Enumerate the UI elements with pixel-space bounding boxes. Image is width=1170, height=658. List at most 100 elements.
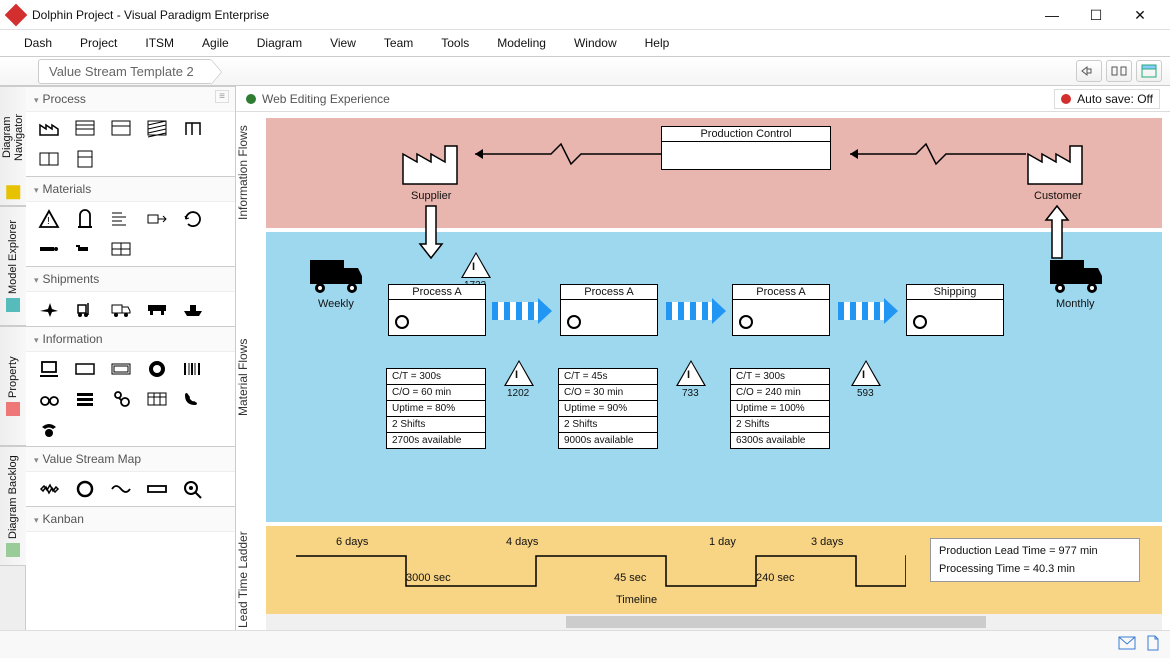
push-arrow-2 — [666, 302, 712, 320]
close-button[interactable]: ✕ — [1118, 0, 1162, 30]
pal-table-icon[interactable] — [144, 388, 170, 410]
pal-databox-icon[interactable] — [72, 118, 98, 140]
production-control[interactable]: Production Control — [661, 126, 831, 170]
databox-3[interactable]: C/T = 300sC/O = 240 minUptime = 100%2 Sh… — [730, 368, 830, 449]
panel-icon[interactable] — [1136, 60, 1162, 82]
canvas-header: Web Editing Experience Auto save: Off — [236, 86, 1170, 112]
menu-modeling[interactable]: Modeling — [483, 32, 560, 54]
pal-glasses-icon[interactable] — [36, 388, 62, 410]
pal-tallbox-icon[interactable] — [72, 148, 98, 170]
pal-splitbox-icon[interactable] — [36, 148, 62, 170]
rail-model-explorer[interactable]: Model Explorer — [0, 206, 26, 326]
pal-wave-icon[interactable] — [108, 478, 134, 500]
announce-icon[interactable] — [1076, 60, 1102, 82]
truck-monthly[interactable] — [1046, 254, 1106, 296]
lane1-label: Information Flows — [236, 118, 260, 228]
mail-icon[interactable] — [1118, 636, 1136, 653]
pal-gate-icon[interactable] — [180, 118, 206, 140]
pal-rect-icon[interactable] — [72, 358, 98, 380]
summary-box[interactable]: Production Lead Time = 977 min Processin… — [930, 538, 1140, 582]
pal-pallet-icon[interactable] — [144, 298, 170, 320]
rail-diagram-navigator[interactable]: Diagram Navigator — [0, 86, 26, 206]
pal-process-icon[interactable] — [108, 118, 134, 140]
supplier-shape[interactable] — [401, 140, 461, 186]
pal-stack-icon[interactable] — [72, 388, 98, 410]
h-scrollbar[interactable] — [266, 614, 1162, 630]
weekly-label: Weekly — [318, 298, 354, 310]
inv-3[interactable]: I — [676, 360, 706, 386]
process-3[interactable]: Process A — [732, 284, 830, 336]
menu-itsm[interactable]: ITSM — [131, 32, 188, 54]
pal-bar-icon[interactable] — [144, 478, 170, 500]
pal-doublebox-icon[interactable] — [108, 358, 134, 380]
rail-property[interactable]: Property — [0, 326, 26, 446]
pal-head-process[interactable]: Process≡ — [26, 86, 235, 112]
process-2[interactable]: Process A — [560, 284, 658, 336]
autosave-status[interactable]: Auto save: Off — [1054, 89, 1160, 109]
pal-head-vsm[interactable]: Value Stream Map — [26, 446, 235, 472]
pal-lens-icon[interactable] — [180, 478, 206, 500]
inv-4[interactable]: I — [851, 360, 881, 386]
menu-bar: Dash Project ITSM Agile Diagram View Tea… — [0, 30, 1170, 56]
inv-2[interactable]: I — [504, 360, 534, 386]
status-bar — [0, 630, 1170, 658]
shipping-box[interactable]: Shipping — [906, 284, 1004, 336]
pal-buffer-icon[interactable] — [72, 208, 98, 230]
menu-dash[interactable]: Dash — [10, 32, 66, 54]
lb-2: 45 sec — [614, 572, 646, 584]
pal-more-icon[interactable]: ≡ — [215, 90, 229, 103]
pal-plane-icon[interactable] — [36, 298, 62, 320]
process-1[interactable]: Process A — [388, 284, 486, 336]
fit-icon[interactable] — [1106, 60, 1132, 82]
customer-label: Customer — [1034, 190, 1082, 202]
h-scroll-thumb[interactable] — [566, 616, 986, 628]
rail-diagram-backlog[interactable]: Diagram Backlog — [0, 446, 26, 566]
databox-1[interactable]: C/T = 300sC/O = 60 minUptime = 80%2 Shif… — [386, 368, 486, 449]
pal-burst-icon[interactable] — [36, 478, 62, 500]
pal-head-kanban[interactable]: Kanban — [26, 506, 235, 532]
svg-text:!: ! — [47, 216, 50, 227]
pal-barcode-icon[interactable] — [180, 358, 206, 380]
pal-ship-icon[interactable] — [180, 298, 206, 320]
menu-team[interactable]: Team — [370, 32, 427, 54]
pal-ring-icon[interactable] — [72, 478, 98, 500]
pal-rail-icon[interactable] — [36, 238, 62, 260]
doc-icon[interactable] — [1146, 635, 1160, 654]
pal-cycle-icon[interactable] — [180, 208, 206, 230]
breadcrumb[interactable]: Value Stream Template 2 — [38, 59, 212, 84]
pal-cart-icon[interactable] — [72, 238, 98, 260]
pal-telephone-icon[interactable] — [36, 418, 62, 440]
pal-person-icon[interactable] — [108, 388, 134, 410]
inv-1[interactable]: I — [461, 252, 491, 278]
menu-agile[interactable]: Agile — [188, 32, 243, 54]
maximize-button[interactable]: ☐ — [1074, 0, 1118, 30]
pal-hatch-icon[interactable] — [144, 118, 170, 140]
pal-arrowbox-icon[interactable] — [144, 208, 170, 230]
window-title: Dolphin Project - Visual Paradigm Enterp… — [32, 8, 1030, 22]
menu-tools[interactable]: Tools — [427, 32, 483, 54]
pal-head-shipments[interactable]: Shipments — [26, 266, 235, 292]
menu-project[interactable]: Project — [66, 32, 131, 54]
menu-window[interactable]: Window — [560, 32, 631, 54]
minimize-button[interactable]: — — [1030, 0, 1074, 30]
pal-forklift-icon[interactable] — [72, 298, 98, 320]
menu-view[interactable]: View — [316, 32, 370, 54]
pal-workstation-icon[interactable] — [36, 358, 62, 380]
truck-weekly[interactable] — [306, 254, 366, 296]
pal-phone-icon[interactable] — [180, 388, 206, 410]
pal-head-materials[interactable]: Materials — [26, 176, 235, 202]
push-arrow-1 — [492, 302, 538, 320]
menu-help[interactable]: Help — [631, 32, 684, 54]
databox-2[interactable]: C/T = 45sC/O = 30 minUptime = 90%2 Shift… — [558, 368, 658, 449]
diagram-canvas[interactable]: Information Flows Material Flows Lead Ti… — [236, 112, 1170, 630]
pal-factory-icon[interactable] — [36, 118, 62, 140]
pal-dotcircle-icon[interactable] — [144, 358, 170, 380]
pal-head-information[interactable]: Information — [26, 326, 235, 352]
pal-truck-icon[interactable] — [108, 298, 134, 320]
pal-shelf-icon[interactable] — [108, 238, 134, 260]
customer-shape[interactable] — [1026, 140, 1086, 186]
pal-warning-icon[interactable]: ! — [36, 208, 62, 230]
pal-lines-icon[interactable] — [108, 208, 134, 230]
menu-diagram[interactable]: Diagram — [243, 32, 316, 54]
lb-1: 3000 sec — [406, 572, 451, 584]
